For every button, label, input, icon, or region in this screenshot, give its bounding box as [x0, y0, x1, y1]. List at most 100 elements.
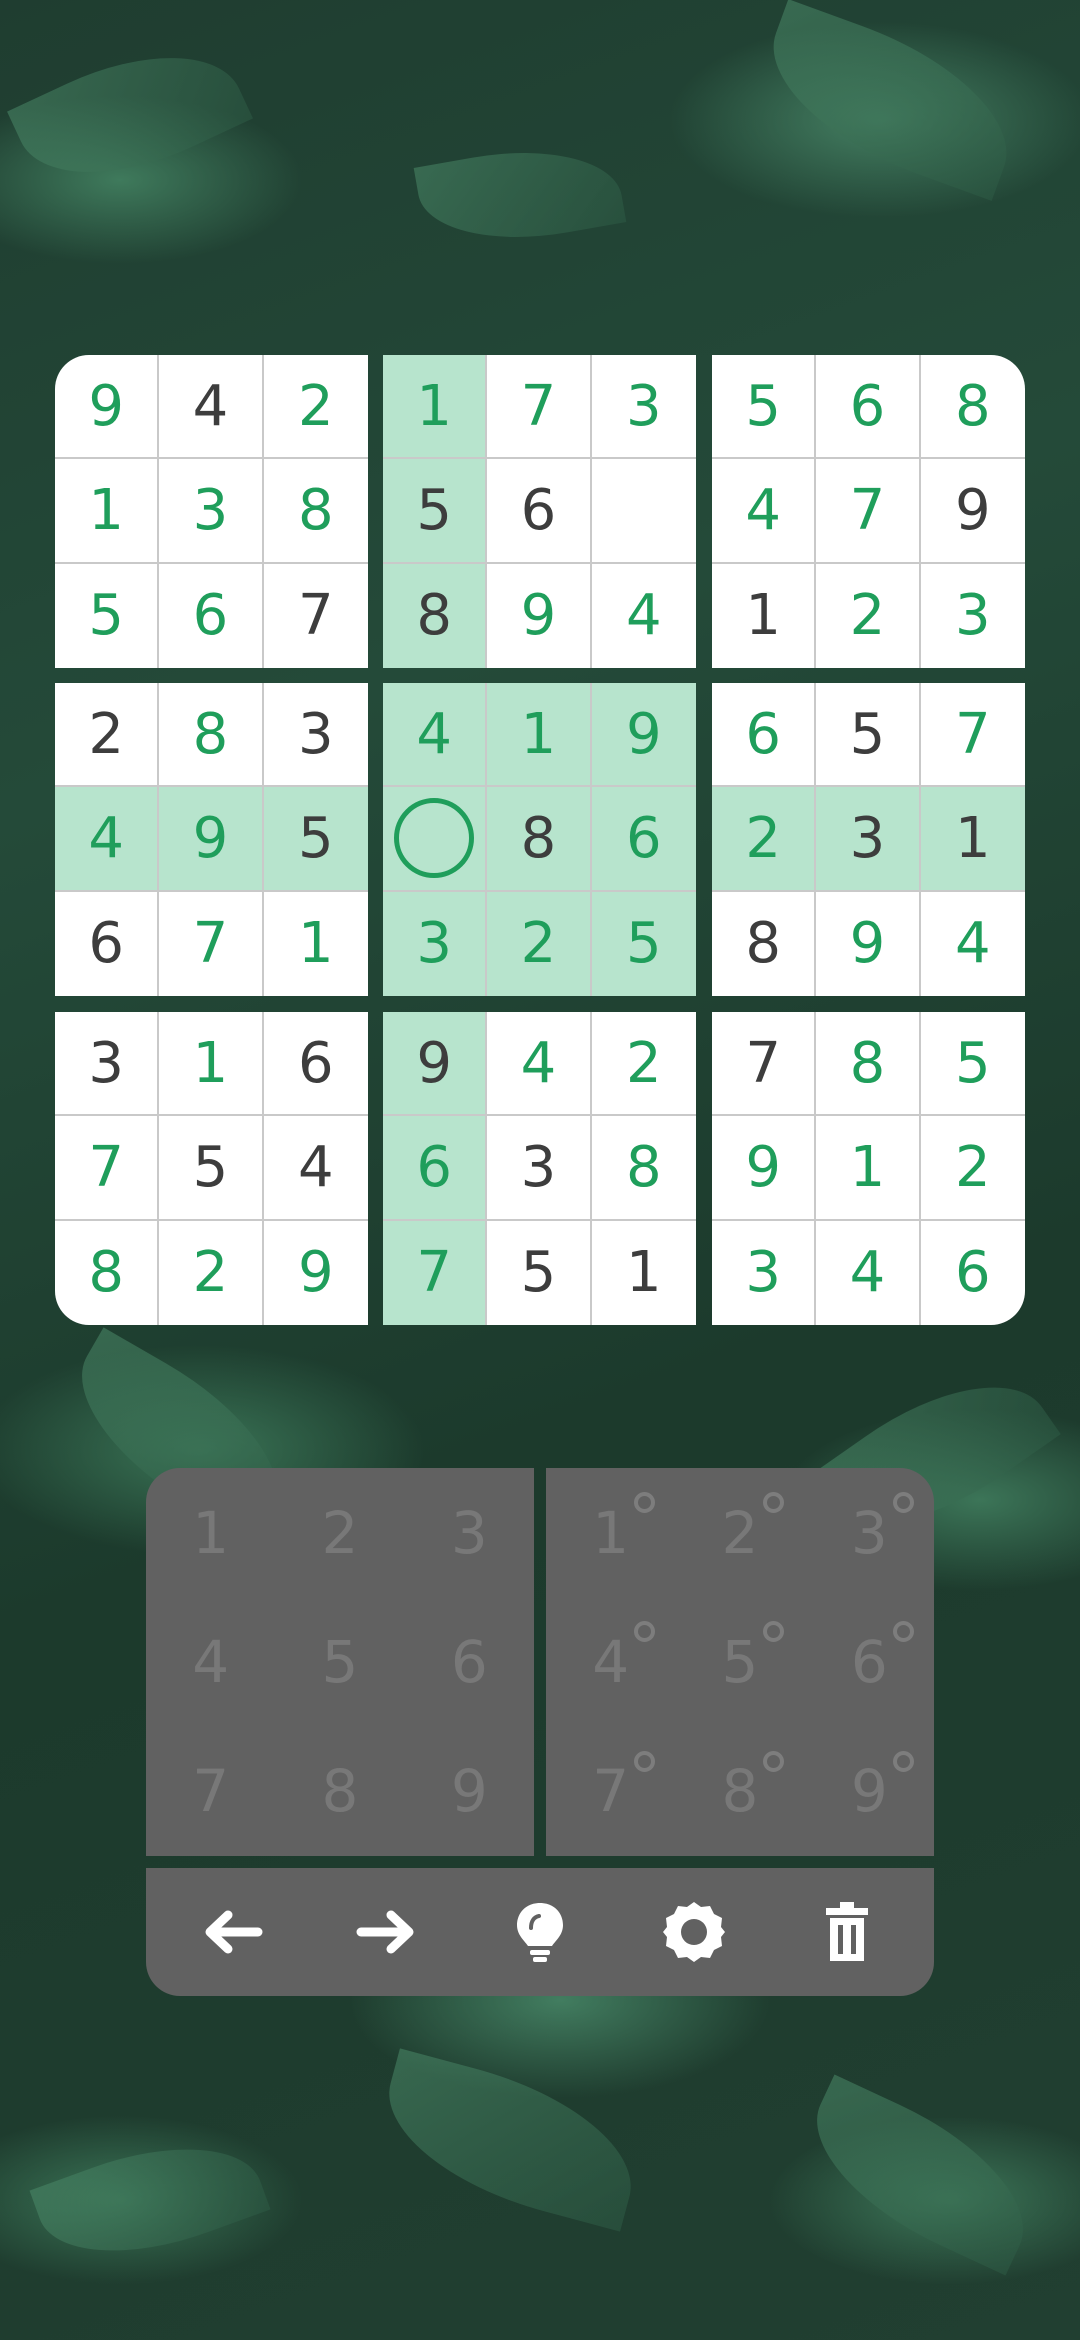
sudoku-cell[interactable]: 8	[55, 1220, 160, 1325]
sudoku-cell[interactable]: 5	[263, 787, 368, 892]
sudoku-cell[interactable]: 3	[712, 1220, 817, 1325]
number-key[interactable]: 1	[146, 1468, 275, 1597]
sudoku-cell[interactable]: 5	[159, 1116, 264, 1221]
sudoku-cell[interactable]: 1	[264, 892, 368, 996]
sudoku-cell[interactable]: 4	[921, 892, 1025, 996]
erase-button[interactable]	[802, 1887, 892, 1977]
sudoku-cell[interactable]: 3	[921, 564, 1025, 668]
redo-button[interactable]	[341, 1887, 431, 1977]
sudoku-cell[interactable]: 4	[592, 564, 696, 668]
note-key[interactable]: 8	[675, 1727, 804, 1856]
note-key[interactable]: 7	[546, 1727, 675, 1856]
sudoku-cell[interactable]: 4	[712, 459, 817, 564]
note-key[interactable]: 5	[675, 1597, 804, 1726]
sudoku-cell[interactable]: 9	[383, 1012, 488, 1117]
number-key[interactable]: 6	[405, 1597, 534, 1726]
sudoku-cell[interactable]: 7	[55, 1116, 160, 1221]
note-key[interactable]: 3	[805, 1468, 934, 1597]
sudoku-cell[interactable]: 5	[591, 891, 696, 996]
sudoku-cell[interactable]: 1	[487, 683, 592, 788]
sudoku-cell[interactable]: 8	[920, 355, 1025, 460]
sudoku-cell[interactable]: 2	[55, 683, 160, 788]
sudoku-cell[interactable]: 9	[159, 787, 264, 892]
sudoku-cell[interactable]: 8	[383, 563, 488, 668]
number-key[interactable]: 5	[275, 1597, 404, 1726]
number-key[interactable]: 4	[146, 1597, 275, 1726]
sudoku-cell[interactable]: 8	[816, 1012, 921, 1117]
sudoku-cell[interactable]: 8	[159, 683, 264, 788]
sudoku-cell[interactable]: 6	[921, 1221, 1025, 1325]
note-key[interactable]: 9	[805, 1727, 934, 1856]
note-key[interactable]: 6	[805, 1597, 934, 1726]
sudoku-cell[interactable]: 5	[920, 1012, 1025, 1117]
sudoku-cell[interactable]: 8	[263, 459, 368, 564]
sudoku-cell[interactable]: 7	[920, 683, 1025, 788]
sudoku-cell[interactable]: 1	[55, 459, 160, 564]
sudoku-cell[interactable]: 2	[591, 1012, 696, 1117]
sudoku-cell[interactable]: 2	[263, 355, 368, 460]
sudoku-cell[interactable]: 6	[55, 891, 160, 996]
sudoku-cell[interactable]: 5	[383, 459, 488, 564]
sudoku-cell[interactable]: 2	[920, 1116, 1025, 1221]
sudoku-cell[interactable]: 6	[159, 563, 264, 668]
sudoku-cell[interactable]: 2	[712, 787, 817, 892]
sudoku-cell[interactable]: 7	[383, 1220, 488, 1325]
sudoku-cell-selected[interactable]	[383, 787, 488, 892]
sudoku-cell[interactable]: 9	[712, 1116, 817, 1221]
sudoku-cell[interactable]: 3	[487, 1116, 592, 1221]
note-key[interactable]: 4	[546, 1597, 675, 1726]
sudoku-cell[interactable]: 3	[816, 787, 921, 892]
sudoku-cell[interactable]: 7	[264, 564, 368, 668]
sudoku-cell[interactable]: 8	[487, 787, 592, 892]
sudoku-cell[interactable]: 3	[263, 683, 368, 788]
sudoku-cell[interactable]: 1	[159, 1012, 264, 1117]
sudoku-cell[interactable]: 4	[487, 1012, 592, 1117]
note-key[interactable]: 1	[546, 1468, 675, 1597]
sudoku-cell[interactable]: 6	[816, 355, 921, 460]
sudoku-cell[interactable]: 9	[55, 355, 160, 460]
sudoku-cell[interactable]: 7	[487, 355, 592, 460]
sudoku-cell[interactable]: 1	[816, 1116, 921, 1221]
undo-button[interactable]	[188, 1887, 278, 1977]
sudoku-cell[interactable]: 8	[591, 1116, 696, 1221]
sudoku-cell[interactable]: 8	[712, 891, 817, 996]
number-key[interactable]: 2	[275, 1468, 404, 1597]
sudoku-cell[interactable]: 3	[591, 355, 696, 460]
sudoku-cell[interactable]: 4	[55, 787, 160, 892]
sudoku-cell[interactable]: 5	[712, 355, 817, 460]
number-key[interactable]: 8	[275, 1727, 404, 1856]
sudoku-cell[interactable]	[591, 459, 696, 564]
sudoku-cell[interactable]: 3	[383, 891, 488, 996]
sudoku-cell[interactable]: 7	[159, 891, 264, 996]
sudoku-cell[interactable]: 5	[487, 1220, 592, 1325]
sudoku-cell[interactable]: 9	[591, 683, 696, 788]
sudoku-cell[interactable]: 9	[264, 1221, 368, 1325]
sudoku-cell[interactable]: 4	[816, 1220, 921, 1325]
sudoku-cell[interactable]: 4	[263, 1116, 368, 1221]
hint-button[interactable]	[495, 1887, 585, 1977]
sudoku-cell[interactable]: 9	[920, 459, 1025, 564]
sudoku-cell[interactable]: 2	[816, 563, 921, 668]
sudoku-cell[interactable]: 9	[816, 891, 921, 996]
sudoku-cell[interactable]: 5	[55, 563, 160, 668]
note-key[interactable]: 2	[675, 1468, 804, 1597]
sudoku-cell[interactable]: 6	[263, 1012, 368, 1117]
sudoku-cell[interactable]: 2	[487, 891, 592, 996]
sudoku-cell[interactable]: 6	[487, 459, 592, 564]
sudoku-cell[interactable]: 1	[920, 787, 1025, 892]
sudoku-cell[interactable]: 7	[816, 459, 921, 564]
sudoku-cell[interactable]: 9	[487, 563, 592, 668]
sudoku-cell[interactable]: 1	[712, 563, 817, 668]
sudoku-cell[interactable]: 4	[159, 355, 264, 460]
sudoku-cell[interactable]: 6	[591, 787, 696, 892]
sudoku-cell[interactable]: 4	[383, 683, 488, 788]
sudoku-cell[interactable]: 6	[712, 683, 817, 788]
sudoku-cell[interactable]: 5	[816, 683, 921, 788]
sudoku-cell[interactable]: 1	[592, 1221, 696, 1325]
number-key[interactable]: 3	[405, 1468, 534, 1597]
settings-button[interactable]	[649, 1887, 739, 1977]
sudoku-cell[interactable]: 3	[55, 1012, 160, 1117]
sudoku-cell[interactable]: 3	[159, 459, 264, 564]
sudoku-cell[interactable]: 2	[159, 1220, 264, 1325]
number-key[interactable]: 7	[146, 1727, 275, 1856]
